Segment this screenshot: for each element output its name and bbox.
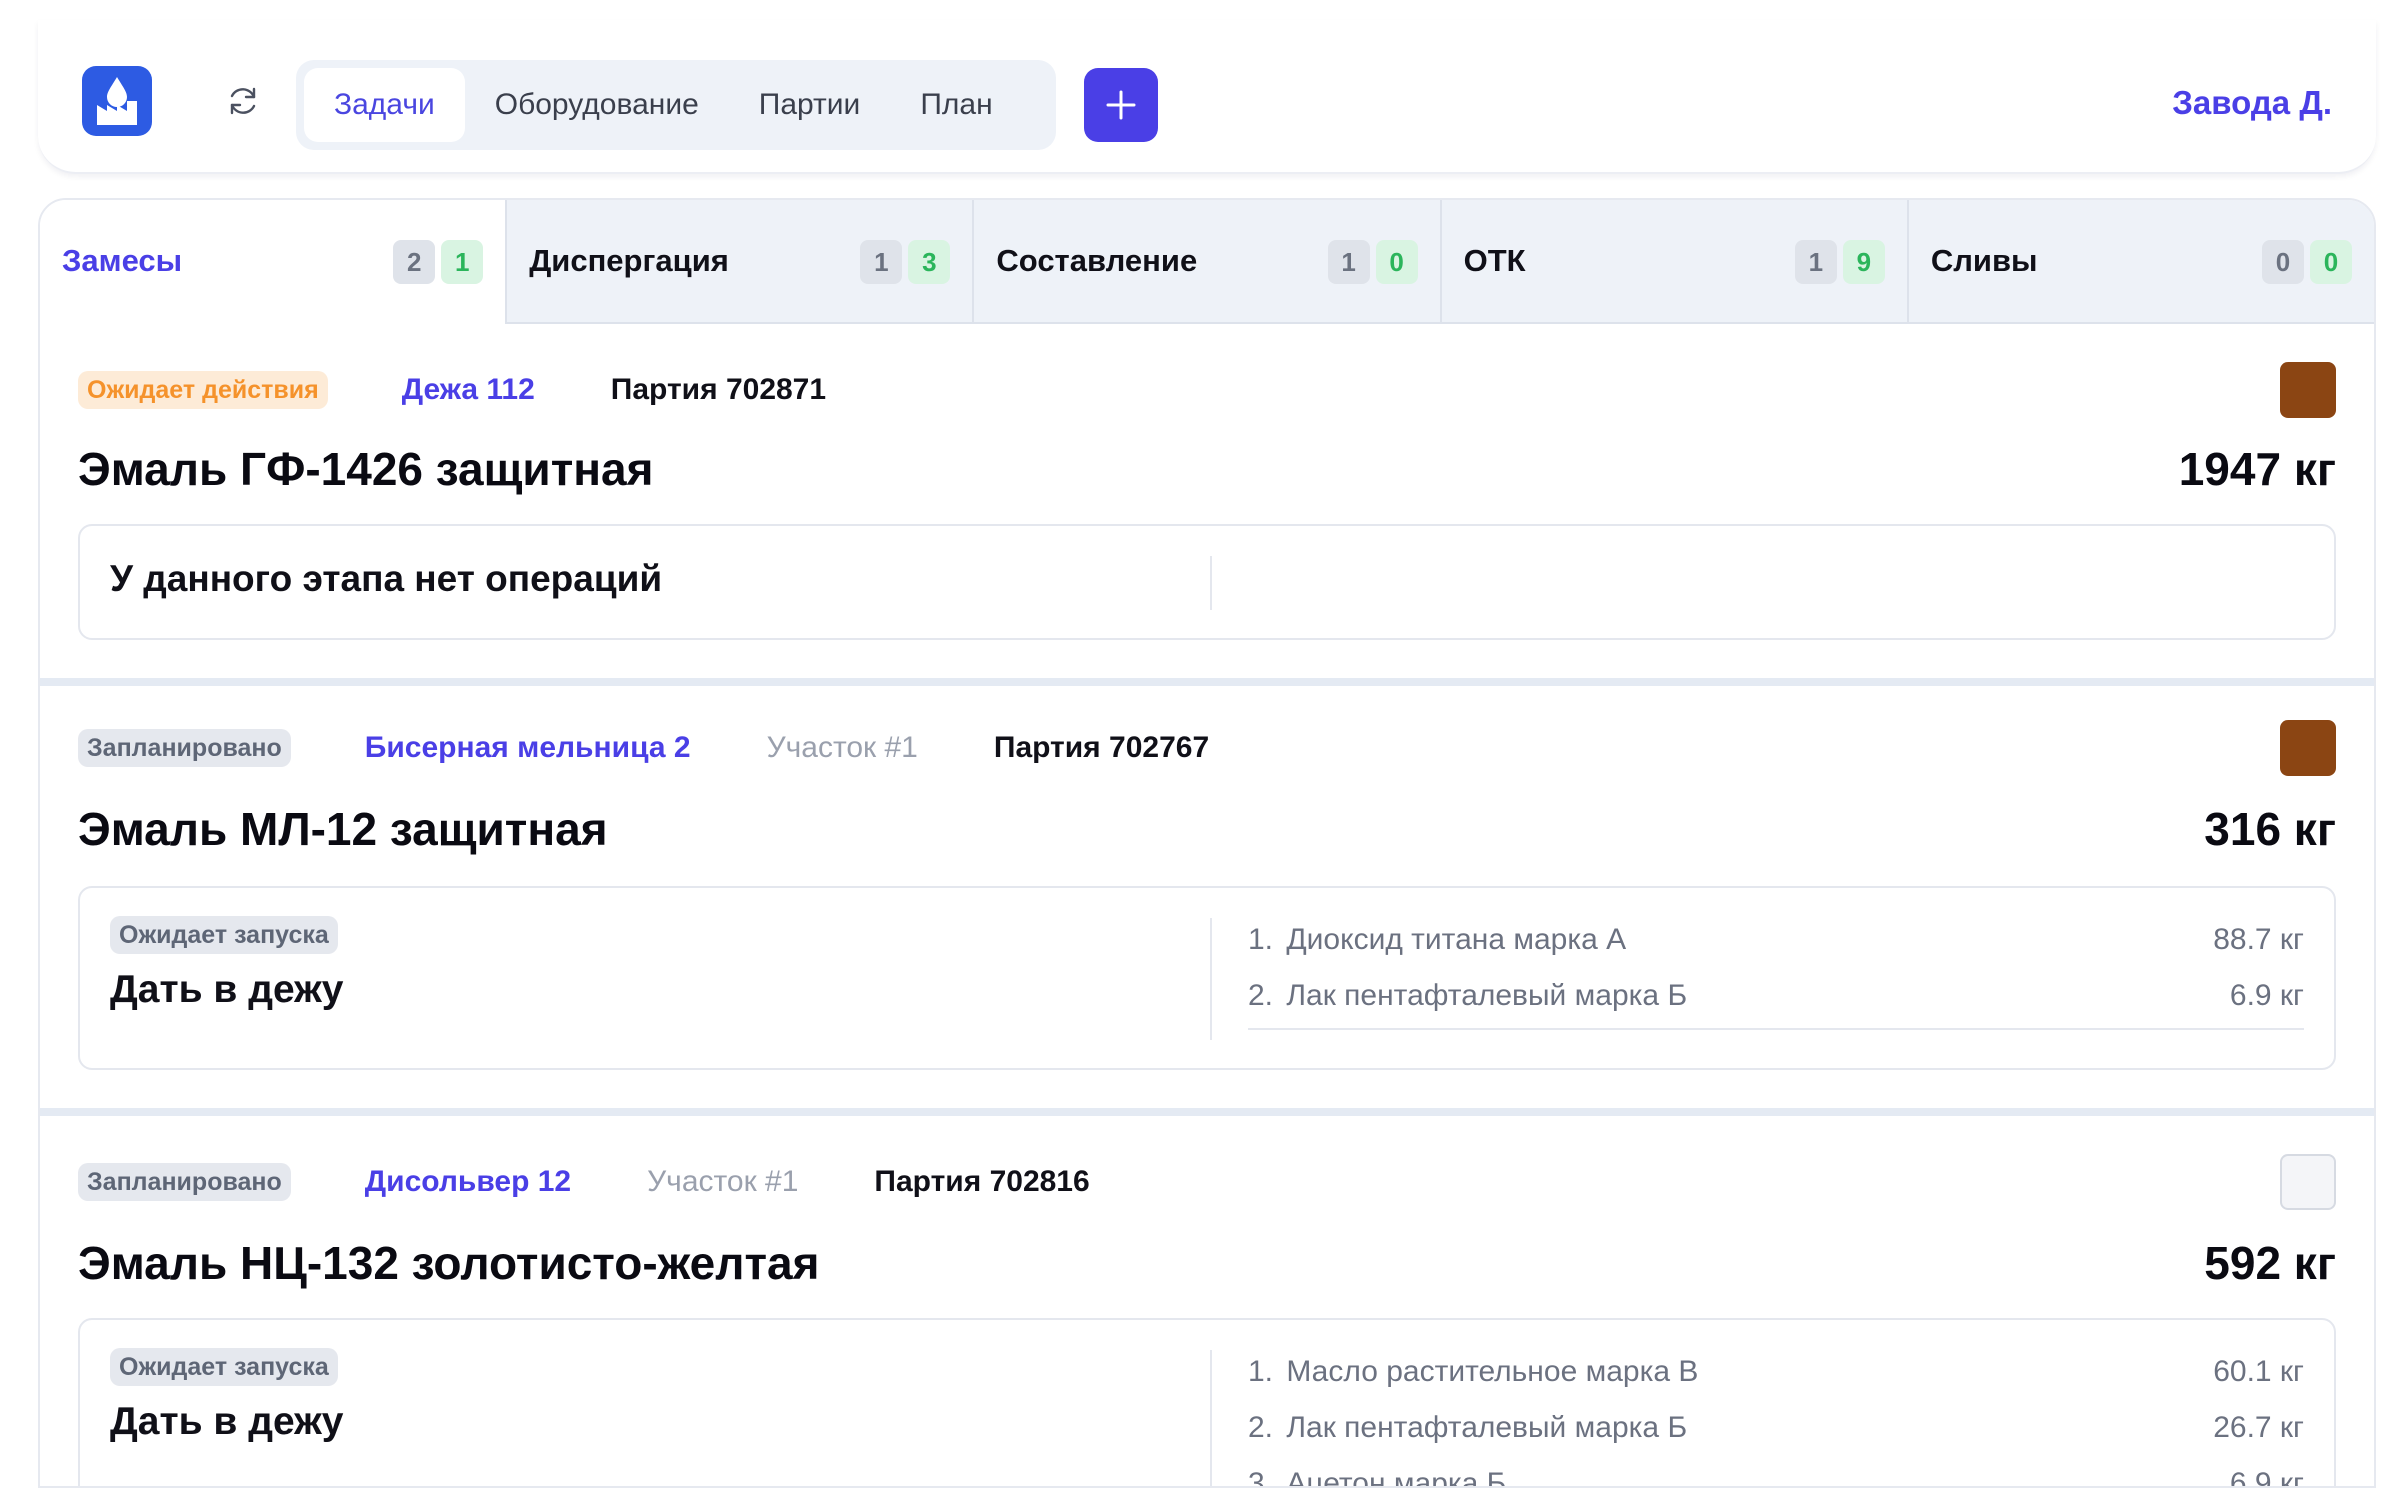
divider [1210, 918, 1212, 1040]
component-name: Ацетон марка Б [1286, 1467, 1507, 1488]
no-operations-text: У данного этапа нет операций [110, 558, 663, 599]
equipment-link[interactable]: Дежа 112 [402, 373, 535, 407]
tab-batches[interactable]: Партии [729, 68, 891, 142]
component-row: 2. Лак пентафталевый марка Б 6.9 кг [1248, 968, 2304, 1024]
status-badge: Запланировано [78, 729, 291, 767]
component-qty: 60.1 кг [2213, 1355, 2304, 1388]
component-qty: 6.9 кг [2229, 1467, 2304, 1488]
status-badge: Ожидает действия [78, 371, 328, 409]
stage-count-total: 2 [393, 240, 436, 284]
batch-label: Партия 702767 [993, 731, 1210, 764]
operations-box[interactable]: Ожидает запуска Дать в дежу 1. Диоксид т… [78, 886, 2336, 1070]
component-row: 1. Диоксид титана марка А 88.7 кг [1248, 912, 2304, 968]
plus-icon [1106, 90, 1136, 120]
component-qty: 88.7 кг [2213, 923, 2304, 956]
stage-count-done: 0 [1375, 240, 1418, 284]
tab-plan[interactable]: План [890, 68, 1022, 142]
component-num: 1. [1248, 923, 1274, 956]
tab-tasks[interactable]: Задачи [304, 68, 465, 142]
stage-label: Диспергация [529, 243, 729, 278]
component-num: 1. [1248, 1355, 1274, 1388]
stage-label: Сливы [1930, 243, 2038, 278]
stage-tab-qc[interactable]: ОТК 1 9 [1439, 200, 1907, 324]
refresh-icon[interactable] [224, 82, 262, 120]
stage-count-total: 1 [1794, 240, 1837, 284]
task-weight: 592 кг [2204, 1237, 2336, 1289]
stage-label: ОТК [1463, 243, 1526, 278]
task-weight: 1947 кг [2178, 443, 2336, 495]
operation-status-badge: Ожидает запуска [110, 1348, 338, 1386]
batch-label: Партия 702816 [874, 1165, 1090, 1198]
equipment-link[interactable]: Бисерная мельница 2 [365, 731, 691, 765]
component-row: 2. Лак пентафталевый марка Б 26.7 кг [1248, 1400, 2304, 1456]
task-title: Эмаль НЦ-132 золотисто-желтая [78, 1237, 820, 1289]
operations-box[interactable]: Ожидает запуска Дать в дежу 1. Масло рас… [78, 1318, 2336, 1488]
stage-tab-composition[interactable]: Составление 1 0 [972, 200, 1440, 324]
color-swatch [2280, 1154, 2336, 1210]
components-list: 1. Масло растительное марка В 60.1 кг 2.… [1248, 1344, 2304, 1488]
component-num: 2. [1248, 1411, 1274, 1444]
component-name: Масло растительное марка В [1286, 1355, 1699, 1388]
section-label: Участок #1 [647, 1165, 799, 1198]
components-list: 1. Диоксид титана марка А 88.7 кг 2. Лак… [1248, 912, 2304, 1030]
main-nav: Задачи Оборудование Партии План [296, 60, 1056, 150]
tasks-panel: Замесы 2 1 Диспергация 1 3 Составление 1… [38, 198, 2376, 1488]
operations-box: У данного этапа нет операций [78, 524, 2336, 640]
task-card[interactable]: Запланировано Бисерная мельница 2 Участо… [40, 686, 2374, 1116]
component-row: 1. Масло растительное марка В 60.1 кг [1248, 1344, 2304, 1400]
stage-label: Составление [996, 243, 1198, 278]
component-qty: 6.9 кг [2229, 979, 2304, 1012]
stage-count-total: 0 [2262, 240, 2305, 284]
stage-tab-mixing[interactable]: Замесы 2 1 [40, 200, 506, 324]
operation-name: Дать в дежу [110, 968, 344, 1011]
tab-equipment[interactable]: Оборудование [465, 68, 729, 142]
stage-count-done: 3 [908, 240, 951, 284]
component-num: 2. [1248, 979, 1274, 1012]
divider [1248, 1028, 2304, 1030]
task-weight: 316 кг [2204, 803, 2336, 855]
stage-count-done: 1 [441, 240, 484, 284]
section-label: Участок #1 [766, 731, 918, 764]
operation-name: Дать в дежу [110, 1400, 344, 1443]
divider [1210, 1350, 1212, 1486]
stage-count-total: 1 [1327, 240, 1370, 284]
stage-count-done: 0 [2310, 240, 2353, 284]
top-header: Задачи Оборудование Партии План Завода Д… [38, 20, 2376, 174]
divider [1210, 556, 1212, 610]
component-name: Диоксид титана марка А [1286, 923, 1627, 956]
stage-count-done: 9 [1842, 240, 1885, 284]
component-row: 3. Ацетон марка Б 6.9 кг [1248, 1456, 2304, 1488]
color-swatch [2280, 720, 2336, 776]
component-qty: 26.7 кг [2213, 1411, 2304, 1444]
status-badge: Запланировано [78, 1163, 291, 1201]
stage-tabs: Замесы 2 1 Диспергация 1 3 Составление 1… [40, 200, 2374, 324]
operation-status-badge: Ожидает запуска [110, 916, 338, 954]
user-name-link[interactable]: Завода Д. [2172, 84, 2332, 122]
add-button[interactable] [1084, 68, 1158, 142]
batch-label: Партия 702871 [610, 373, 827, 406]
color-swatch [2280, 362, 2336, 418]
stage-tab-discharge[interactable]: Сливы 0 0 [1906, 200, 2374, 324]
task-card[interactable]: Запланировано Дисольвер 12 Участок #1 Па… [40, 1116, 2374, 1488]
stage-tab-dispersion[interactable]: Диспергация 1 3 [505, 200, 973, 324]
component-num: 3. [1248, 1467, 1274, 1488]
component-name: Лак пентафталевый марка Б [1286, 979, 1688, 1012]
task-title: Эмаль ГФ-1426 защитная [78, 443, 654, 495]
task-title: Эмаль МЛ-12 защитная [78, 803, 608, 855]
component-name: Лак пентафталевый марка Б [1286, 1411, 1688, 1444]
equipment-link[interactable]: Дисольвер 12 [365, 1165, 571, 1199]
stage-label: Замесы [62, 243, 183, 278]
stage-count-total: 1 [860, 240, 903, 284]
factory-logo-icon[interactable] [82, 66, 152, 136]
task-card[interactable]: Ожидает действия Дежа 112 Партия 702871 … [40, 324, 2374, 686]
